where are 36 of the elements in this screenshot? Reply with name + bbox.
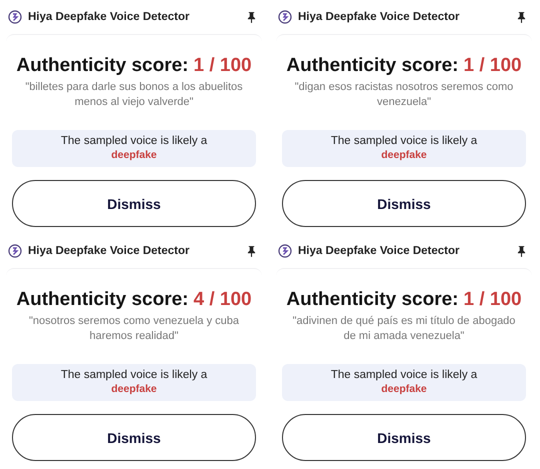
score-value: 1 / 100: [463, 289, 522, 310]
window-title: Hiya Deepfake Voice Detector: [28, 11, 190, 23]
dismiss-button[interactable]: Dismiss: [282, 414, 526, 461]
transcript-quote: "billetes para darle sus bonos a los abuelitos menos al viejo valverde": [24, 80, 244, 110]
logo-icon: [8, 244, 22, 258]
transcript-quote: "digan esos racistas nosotros seremos como venezuela": [294, 80, 514, 110]
score-value: 1 / 100: [463, 55, 522, 76]
score-value: 4 / 100: [193, 289, 252, 310]
verdict-result: deepfake: [381, 148, 427, 162]
dismiss-button[interactable]: Dismiss: [12, 414, 256, 461]
pin-icon[interactable]: [517, 246, 526, 256]
verdict-result: deepfake: [111, 382, 157, 396]
verdict-text: The sampled voice is likely a: [330, 368, 478, 382]
score-label: Authenticity score:: [16, 55, 188, 76]
pin-icon[interactable]: [247, 12, 256, 22]
score-value: 1 / 100: [193, 55, 252, 76]
transcript-quote: "adivinen de qué país es mi título de abogado de mi amada venezuela": [292, 314, 516, 344]
logo-icon: [8, 10, 22, 24]
logo-icon: [278, 244, 292, 258]
window-title: Hiya Deepfake Voice Detector: [298, 11, 460, 23]
score-label: Authenticity score:: [286, 289, 458, 310]
dismiss-button[interactable]: Dismiss: [282, 180, 526, 227]
transcript-quote: "nosotros seremos como venezuela y cuba haremos realidad": [28, 314, 240, 344]
window-title: Hiya Deepfake Voice Detector: [28, 245, 190, 257]
logo-icon: [278, 10, 292, 24]
verdict-result: deepfake: [111, 148, 157, 162]
pin-icon[interactable]: [517, 12, 526, 22]
verdict-result: deepfake: [381, 382, 427, 396]
score-label: Authenticity score:: [286, 55, 458, 76]
pin-icon[interactable]: [247, 246, 256, 256]
verdict-text: The sampled voice is likely a: [60, 368, 208, 382]
verdict-text: The sampled voice is likely a: [60, 134, 208, 148]
dismiss-button[interactable]: Dismiss: [12, 180, 256, 227]
window-title: Hiya Deepfake Voice Detector: [298, 245, 460, 257]
verdict-text: The sampled voice is likely a: [330, 134, 478, 148]
score-label: Authenticity score:: [16, 289, 188, 310]
